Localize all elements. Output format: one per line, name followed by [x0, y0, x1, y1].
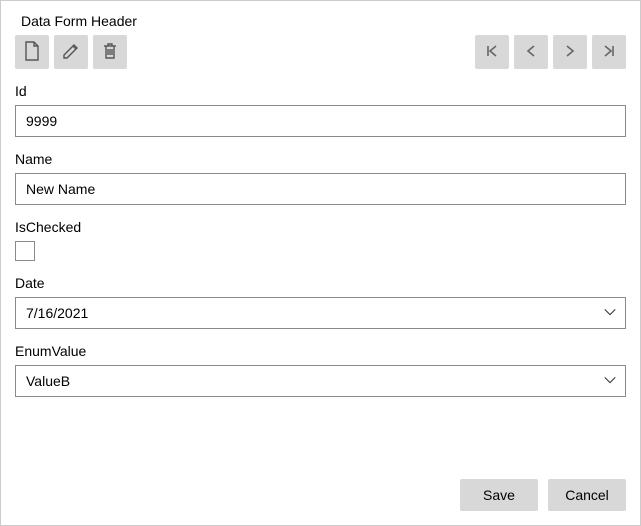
ischecked-checkbox[interactable] [15, 241, 35, 261]
new-button[interactable] [15, 35, 49, 69]
chevron-down-icon [603, 305, 617, 322]
last-button[interactable] [592, 35, 626, 69]
previous-button[interactable] [514, 35, 548, 69]
edit-button[interactable] [54, 35, 88, 69]
go-first-icon [484, 43, 500, 62]
toolbar [15, 35, 626, 69]
delete-button[interactable] [93, 35, 127, 69]
save-button[interactable]: Save [460, 479, 538, 511]
enumvalue-select[interactable]: ValueB [15, 365, 626, 397]
enumvalue-field-group: EnumValue ValueB [15, 343, 626, 397]
date-picker[interactable]: 7/16/2021 [15, 297, 626, 329]
navigation-toolbar [475, 35, 626, 69]
pencil-icon [61, 41, 81, 64]
trash-icon [101, 41, 119, 64]
cancel-button[interactable]: Cancel [548, 479, 626, 511]
first-button[interactable] [475, 35, 509, 69]
date-label: Date [15, 275, 626, 291]
ischecked-label: IsChecked [15, 219, 626, 235]
id-input[interactable] [15, 105, 626, 137]
id-field-group: Id [15, 83, 626, 137]
chevron-down-icon [603, 373, 617, 390]
form-body: Id Name IsChecked Date 7/16/2021 Enu [15, 83, 626, 479]
date-value: 7/16/2021 [26, 305, 88, 321]
name-field-group: Name [15, 151, 626, 205]
enumvalue-value: ValueB [26, 373, 70, 389]
name-label: Name [15, 151, 626, 167]
crud-toolbar [15, 35, 127, 69]
next-button[interactable] [553, 35, 587, 69]
enumvalue-label: EnumValue [15, 343, 626, 359]
name-input[interactable] [15, 173, 626, 205]
ischecked-field-group: IsChecked [15, 219, 626, 261]
data-form-window: Data Form Header [0, 0, 641, 526]
chevron-left-icon [523, 43, 539, 62]
id-label: Id [15, 83, 626, 99]
form-header-title: Data Form Header [21, 13, 626, 29]
document-icon [23, 41, 41, 64]
chevron-right-icon [562, 43, 578, 62]
date-field-group: Date 7/16/2021 [15, 275, 626, 329]
footer-buttons: Save Cancel [15, 479, 626, 511]
go-last-icon [601, 43, 617, 62]
